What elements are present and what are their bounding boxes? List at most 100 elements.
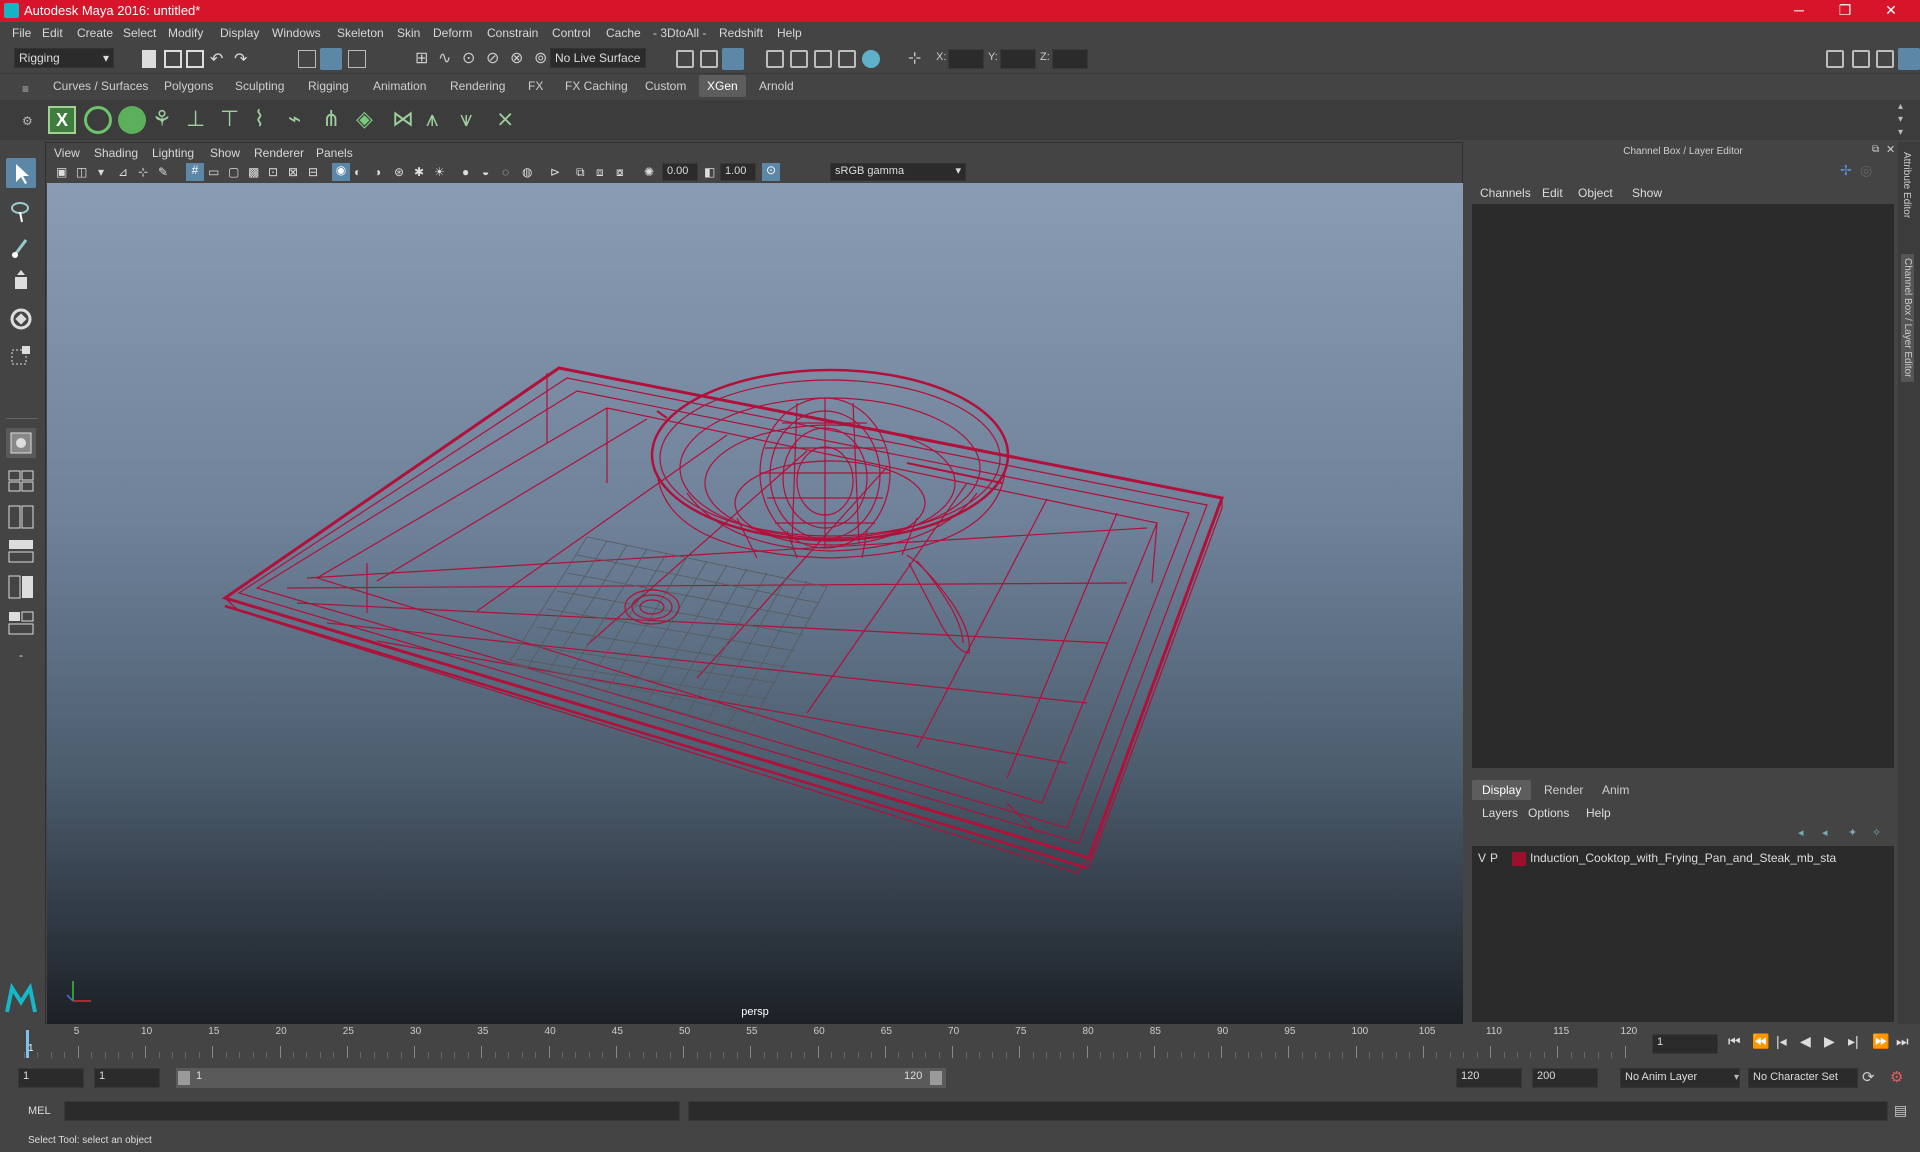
xgen-guides-icon[interactable]: ⚘ (152, 106, 180, 134)
select-object-icon[interactable] (320, 48, 342, 70)
tab-fx[interactable]: FX (528, 79, 543, 93)
menu-cache[interactable]: Cache (606, 26, 641, 40)
menu-control[interactable]: Control (552, 26, 591, 40)
gamma-icon[interactable]: ◧ (704, 165, 715, 179)
layer-color-swatch[interactable] (1512, 852, 1526, 866)
tab-polygons[interactable]: Polygons (164, 79, 213, 93)
film-gate-icon[interactable]: ▭ (208, 165, 219, 179)
viewport-menu-renderer[interactable]: Renderer (254, 146, 304, 160)
tab-fx-caching[interactable]: FX Caching (565, 79, 628, 93)
channel-box-area[interactable] (1472, 204, 1894, 768)
select-component-icon[interactable] (348, 50, 366, 68)
menu-create[interactable]: Create (77, 26, 113, 40)
x-field[interactable] (948, 49, 984, 69)
tab-render[interactable]: Render (1534, 780, 1593, 800)
menu-select[interactable]: Select (123, 26, 156, 40)
tab-sculpting[interactable]: Sculpting (235, 79, 284, 93)
tab-attribute-editor[interactable]: Attribute Editor (1901, 152, 1912, 218)
use-all-lights-icon[interactable]: ✱ (414, 165, 424, 179)
float-panel-icon[interactable]: ⧉ (1872, 144, 1879, 155)
live-surface-field[interactable]: No Live Surface (550, 48, 646, 68)
play-forwards-icon[interactable]: ▶ (1824, 1033, 1835, 1050)
tab-rendering[interactable]: Rendering (450, 79, 505, 93)
render-settings-icon[interactable] (766, 50, 784, 68)
go-to-end-icon[interactable]: ⏭ (1896, 1033, 1909, 1050)
render-view-icon[interactable] (814, 50, 832, 68)
select-tool-icon[interactable] (6, 158, 36, 188)
colorspace-dropdown[interactable]: sRGB gamma ▾ (830, 163, 966, 181)
menu-3dtoall[interactable]: - 3DtoAll - (653, 26, 706, 40)
playback-start-field[interactable]: 1 (94, 1068, 160, 1088)
xray-active-icon[interactable]: ⧇ (616, 165, 624, 180)
show-menu[interactable]: Show (1632, 186, 1662, 200)
step-back-frame-icon[interactable]: ⏪ (1752, 1033, 1769, 1050)
range-slider[interactable]: 1 120 (176, 1068, 946, 1088)
bookmark-icon[interactable]: ▾ (98, 165, 104, 179)
xgen-clump-icon[interactable]: ⋔ (322, 106, 350, 134)
menu-help[interactable]: Help (777, 26, 802, 40)
command-input[interactable] (64, 1101, 680, 1121)
menu-modify[interactable]: Modify (168, 26, 203, 40)
channel-box-icon[interactable] (1898, 48, 1920, 70)
new-layer-selected-icon[interactable]: ✧ (1872, 826, 1881, 839)
wireframe-icon[interactable]: ◉ (332, 163, 350, 181)
render-current-icon[interactable] (700, 50, 718, 68)
move-tool-icon[interactable] (6, 268, 36, 298)
xgen-comb-icon[interactable]: ⩛ (460, 106, 488, 134)
snap-curve-icon[interactable]: ∿ (438, 48, 451, 68)
channels-menu[interactable]: Channels (1480, 186, 1531, 200)
viewport-menu-panels[interactable]: Panels (316, 146, 353, 160)
tab-animation[interactable]: Animation (373, 79, 426, 93)
character-set-dropdown[interactable]: No Character Set (1748, 1068, 1858, 1088)
xgen-delete-icon[interactable]: ⨯ (496, 106, 524, 134)
move-layer-up-icon[interactable]: ◂ (1798, 826, 1804, 839)
shadows-icon[interactable]: ☀ (434, 165, 445, 179)
script-editor-icon[interactable]: ▤ (1894, 1102, 1907, 1119)
layer-visibility-toggle[interactable]: V (1478, 851, 1486, 865)
menu-skin[interactable]: Skin (397, 26, 420, 40)
tool-settings-icon[interactable] (1876, 50, 1894, 68)
grid-icon[interactable]: # (186, 163, 204, 181)
camera-icon[interactable]: ▣ (56, 165, 67, 179)
menu-edit[interactable]: Edit (42, 26, 63, 40)
rotate-tool-icon[interactable] (6, 304, 36, 334)
scale-tool-icon[interactable] (6, 340, 36, 370)
save-scene-icon[interactable] (186, 50, 204, 68)
tab-custom[interactable]: Custom (645, 79, 686, 93)
close-panel-icon[interactable]: ✕ (1886, 143, 1895, 156)
y-field[interactable] (1000, 49, 1036, 69)
move-layer-down-icon[interactable]: ◂ (1822, 826, 1828, 839)
four-pane-layout-icon[interactable] (6, 466, 36, 496)
xgen-lock-icon[interactable]: ⌁ (288, 106, 316, 134)
snap-point-icon[interactable]: ⊙ (462, 48, 475, 68)
edit-menu[interactable]: Edit (1542, 186, 1563, 200)
viewport-menu-lighting[interactable]: Lighting (152, 146, 194, 160)
close-button[interactable]: ✕ (1868, 0, 1914, 22)
ambient-occlusion-icon[interactable]: ● (462, 165, 469, 179)
snap-view-icon[interactable]: ⊘ (486, 48, 499, 68)
menu-file[interactable]: File (12, 26, 31, 40)
snap-grid-icon[interactable]: ⊞ (415, 48, 428, 68)
grease-pencil-icon[interactable]: ✎ (158, 165, 168, 179)
menu-skeleton[interactable]: Skeleton (337, 26, 384, 40)
menu-redshift[interactable]: Redshift (719, 26, 763, 40)
menu-deform[interactable]: Deform (433, 26, 472, 40)
step-back-key-icon[interactable]: |◂ (1776, 1033, 1787, 1050)
side-by-side-layout-icon[interactable] (6, 502, 36, 532)
options-menu[interactable]: Options (1528, 806, 1569, 820)
xgen-editor-icon[interactable]: X (48, 106, 76, 134)
modeling-toolkit-icon[interactable] (1826, 50, 1844, 68)
viewport-menu-view[interactable]: View (54, 146, 80, 160)
snap-vertex-icon[interactable]: ⊚ (534, 48, 547, 68)
outliner-layout-icon[interactable] (6, 536, 36, 566)
redo-icon[interactable]: ↷ (234, 49, 247, 69)
layer-playback-toggle[interactable]: P (1490, 851, 1498, 865)
play-backwards-icon[interactable]: ◀ (1800, 1033, 1811, 1050)
current-time-indicator[interactable] (26, 1030, 29, 1058)
auto-key-icon[interactable]: ⟳ (1862, 1068, 1875, 1086)
wireframe-on-shaded-icon[interactable]: ◑ (374, 165, 381, 179)
layer-help-menu[interactable]: Help (1586, 806, 1611, 820)
menu-windows[interactable]: Windows (272, 26, 321, 40)
xgen-preview-icon[interactable] (84, 106, 112, 134)
restore-button[interactable]: ❐ (1822, 0, 1868, 22)
